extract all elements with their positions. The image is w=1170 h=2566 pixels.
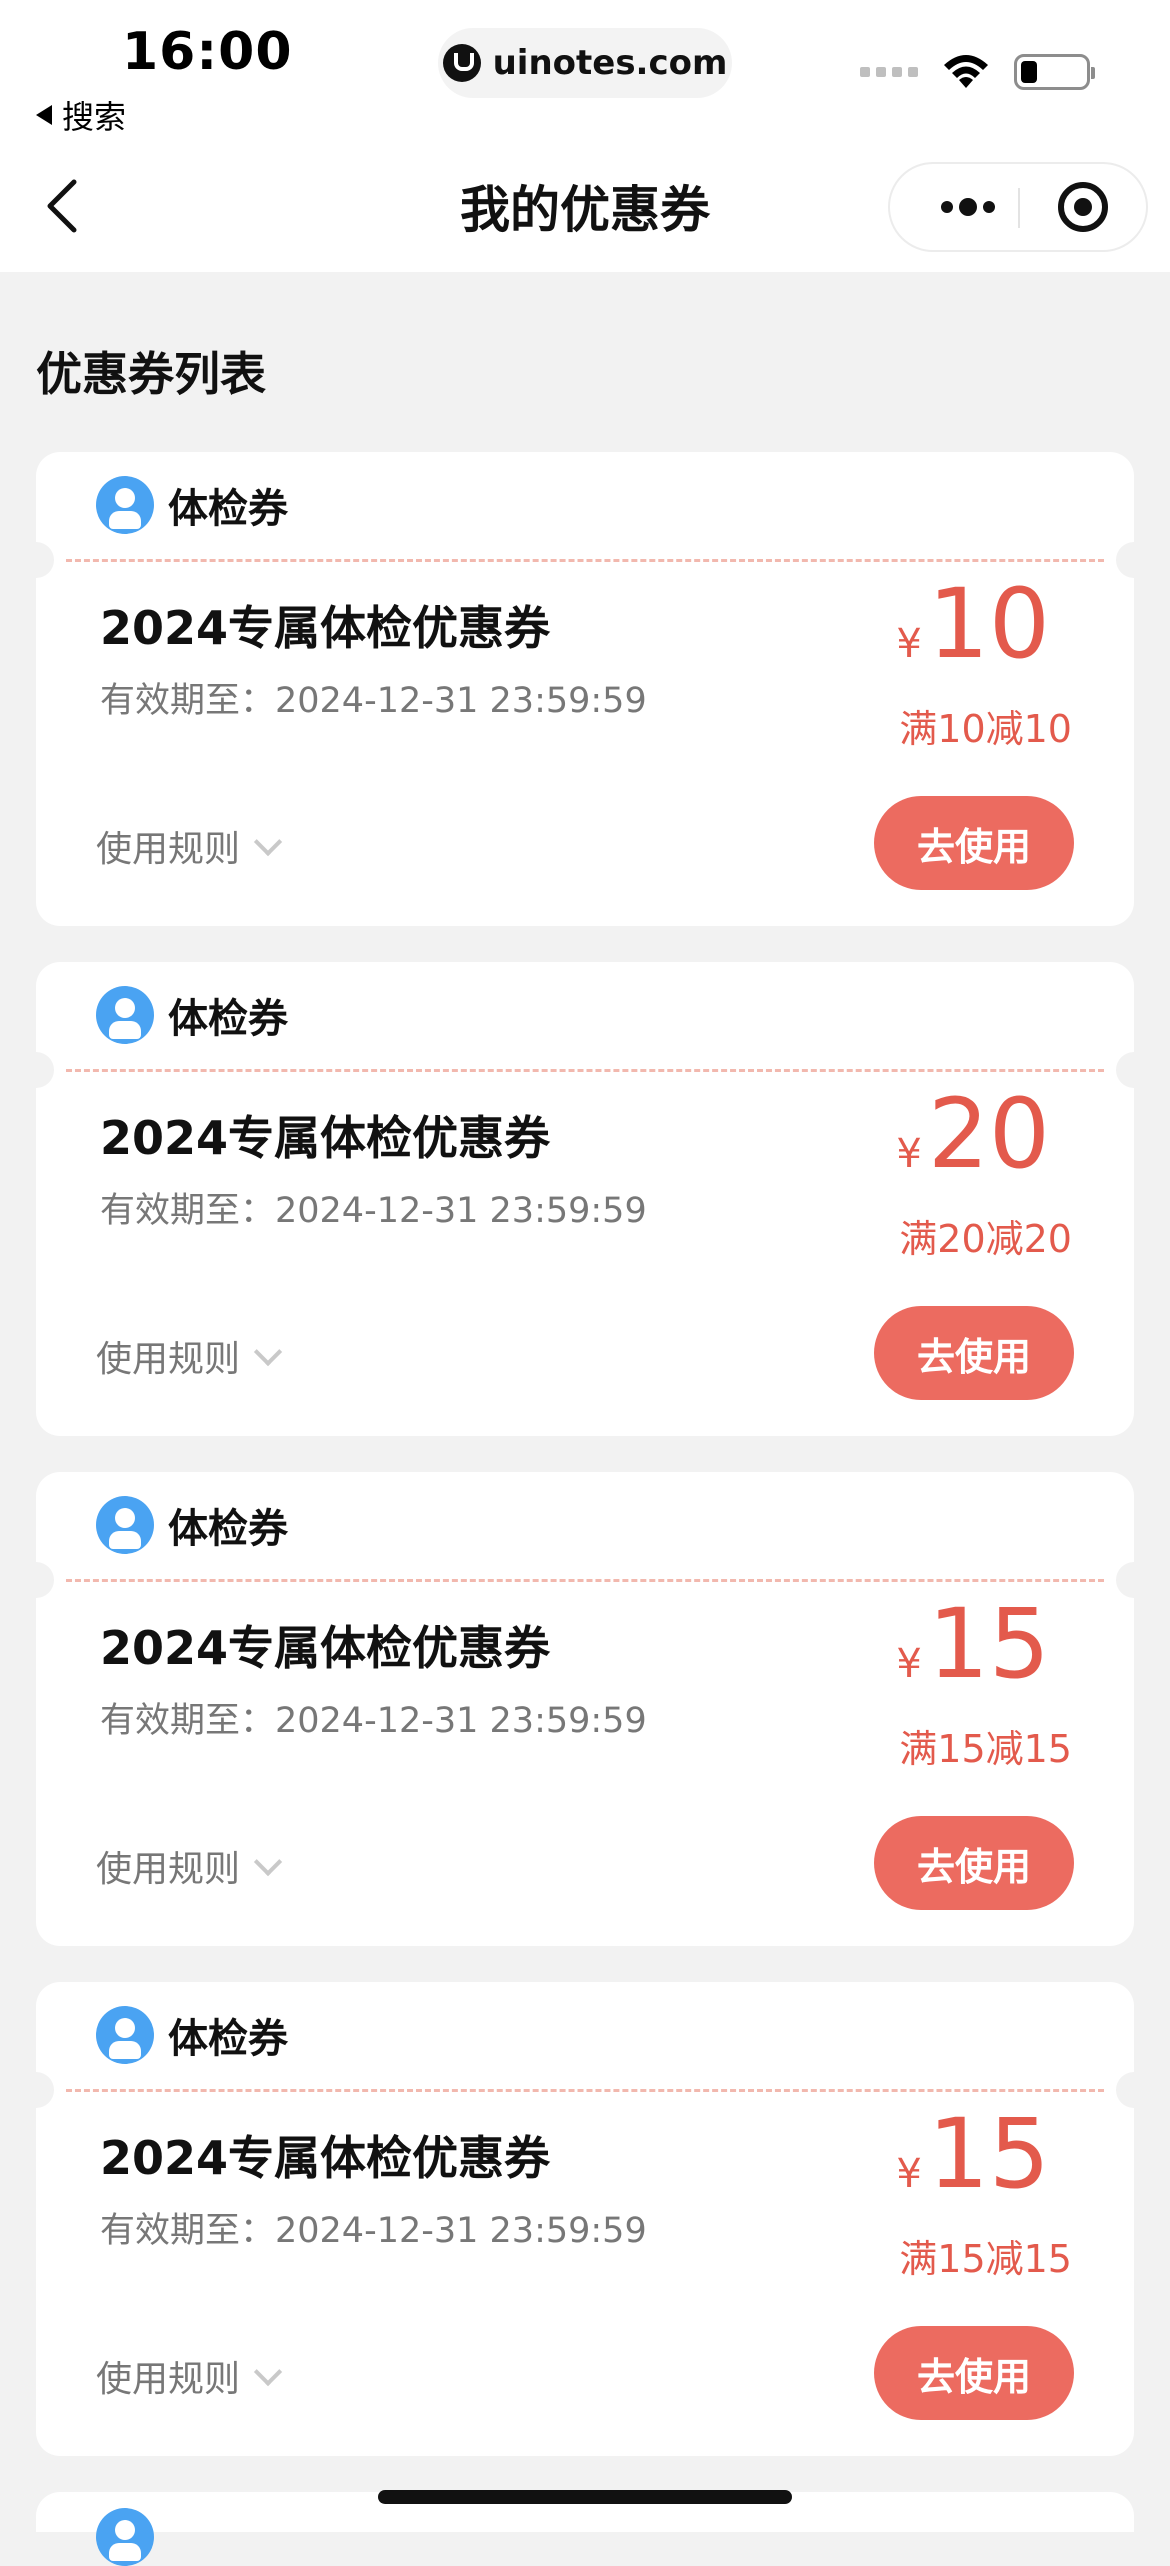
coupon-condition: 满15减15: [899, 2237, 1072, 2281]
battery-icon: [1014, 54, 1095, 90]
dashed-divider: [66, 2089, 1104, 2092]
usage-rules-toggle[interactable]: 使用规则: [96, 820, 283, 872]
coupon-card: 体检券 2024专属体检优惠券 有效期至：2024-12-31 23:59:59…: [18, 1982, 1152, 2456]
coupon-price: ¥ 20: [896, 1086, 1050, 1182]
use-coupon-button[interactable]: 去使用: [874, 1306, 1074, 1400]
card-notch: [1116, 1052, 1152, 1088]
user-badge-icon: [96, 1496, 154, 1554]
currency-symbol: ¥: [896, 2151, 922, 2197]
coupon-tag: [96, 2508, 154, 2566]
usage-rules-label: 使用规则: [96, 1339, 241, 1380]
capsule-divider: [1018, 188, 1020, 228]
chevron-down-icon: [253, 1337, 283, 1367]
coupon-card: 体检券 2024专属体检优惠券 有效期至：2024-12-31 23:59:59…: [18, 1472, 1152, 1946]
dashed-divider: [66, 1579, 1104, 1582]
more-dots-icon[interactable]: [928, 164, 1008, 250]
chevron-down-icon: [253, 827, 283, 857]
use-coupon-button[interactable]: 去使用: [874, 796, 1074, 890]
coupon-name: 2024专属体检优惠券: [100, 2131, 551, 2185]
back-triangle-icon: [36, 105, 52, 125]
coupon-amount: 15: [927, 2098, 1050, 2210]
usage-rules-toggle[interactable]: 使用规则: [96, 1330, 283, 1382]
card-notch: [1116, 2072, 1152, 2108]
dashed-divider: [66, 559, 1104, 562]
coupon-tag: 体检券: [96, 2006, 288, 2064]
usage-rules-label: 使用规则: [96, 829, 241, 870]
usage-rules-label: 使用规则: [96, 2359, 241, 2400]
coupon-amount: 20: [927, 1078, 1050, 1190]
home-indicator: [378, 2490, 792, 2504]
card-notch: [1116, 542, 1152, 578]
coupon-amount: 10: [927, 568, 1050, 680]
status-time: 16:00: [122, 22, 293, 82]
coupon-name: 2024专属体检优惠券: [100, 1111, 551, 1165]
coupon-condition: 满20减20: [899, 1217, 1072, 1261]
url-text: uinotes.com: [492, 43, 728, 83]
coupon-price: ¥ 15: [896, 2106, 1050, 2202]
coupon-condition: 满15减15: [899, 1727, 1072, 1771]
coupon-tag: 体检券: [96, 476, 288, 534]
card-notch: [18, 2072, 54, 2108]
coupon-name: 2024专属体检优惠券: [100, 1621, 551, 1675]
dashed-divider: [66, 1069, 1104, 1072]
site-logo-icon: [442, 44, 481, 82]
coupon-card: 体检券 2024专属体检优惠券 有效期至：2024-12-31 23:59:59…: [18, 452, 1152, 926]
status-back-link[interactable]: 搜索: [36, 92, 126, 138]
section-title: 优惠券列表: [36, 347, 266, 401]
card-notch: [18, 1562, 54, 1598]
coupon-amount: 15: [927, 1588, 1050, 1700]
chevron-down-icon: [253, 1847, 283, 1877]
card-notch: [18, 542, 54, 578]
wifi-icon: [940, 52, 992, 92]
coupon-expiry: 有效期至：2024-12-31 23:59:59: [100, 1701, 647, 1741]
coupon-expiry: 有效期至：2024-12-31 23:59:59: [100, 2211, 647, 2251]
coupon-condition: 满10减10: [899, 707, 1072, 751]
chevron-down-icon: [253, 2357, 283, 2387]
user-badge-icon: [96, 2006, 154, 2064]
usage-rules-toggle[interactable]: 使用规则: [96, 2350, 283, 2402]
signal-icon: [860, 67, 918, 77]
usage-rules-toggle[interactable]: 使用规则: [96, 1840, 283, 1892]
coupon-tag: 体检券: [96, 986, 288, 1044]
use-coupon-button[interactable]: 去使用: [874, 2326, 1074, 2420]
coupon-tag-label: 体检券: [168, 996, 288, 1042]
coupon-expiry: 有效期至：2024-12-31 23:59:59: [100, 1191, 647, 1231]
coupon-price: ¥ 15: [896, 1596, 1050, 1692]
url-pill[interactable]: uinotes.com: [438, 28, 732, 98]
coupon-tag-label: 体检券: [168, 1506, 288, 1552]
coupon-tag: 体检券: [96, 1496, 288, 1554]
card-notch: [18, 1052, 54, 1088]
coupon-expiry: 有效期至：2024-12-31 23:59:59: [100, 681, 647, 721]
card-notch: [1116, 1562, 1152, 1598]
use-coupon-button[interactable]: 去使用: [874, 1816, 1074, 1910]
coupon-price: ¥ 10: [896, 576, 1050, 672]
top-bar: 16:00 搜索 uinotes.com 我的优惠券: [0, 0, 1170, 272]
status-indicators: [860, 52, 1095, 92]
coupon-tag-label: 体检券: [168, 486, 288, 532]
user-badge-icon: [96, 476, 154, 534]
coupon-name: 2024专属体检优惠券: [100, 601, 551, 655]
mini-program-capsule: [888, 162, 1148, 252]
coupon-card: 体检券 2024专属体检优惠券 有效期至：2024-12-31 23:59:59…: [18, 962, 1152, 1436]
usage-rules-label: 使用规则: [96, 1849, 241, 1890]
currency-symbol: ¥: [896, 1641, 922, 1687]
target-circle-icon[interactable]: [1058, 182, 1108, 232]
user-badge-icon: [96, 2508, 154, 2566]
currency-symbol: ¥: [896, 621, 922, 667]
user-badge-icon: [96, 986, 154, 1044]
status-back-label: 搜索: [62, 98, 127, 136]
currency-symbol: ¥: [896, 1131, 922, 1177]
coupon-tag-label: 体检券: [168, 2016, 288, 2062]
